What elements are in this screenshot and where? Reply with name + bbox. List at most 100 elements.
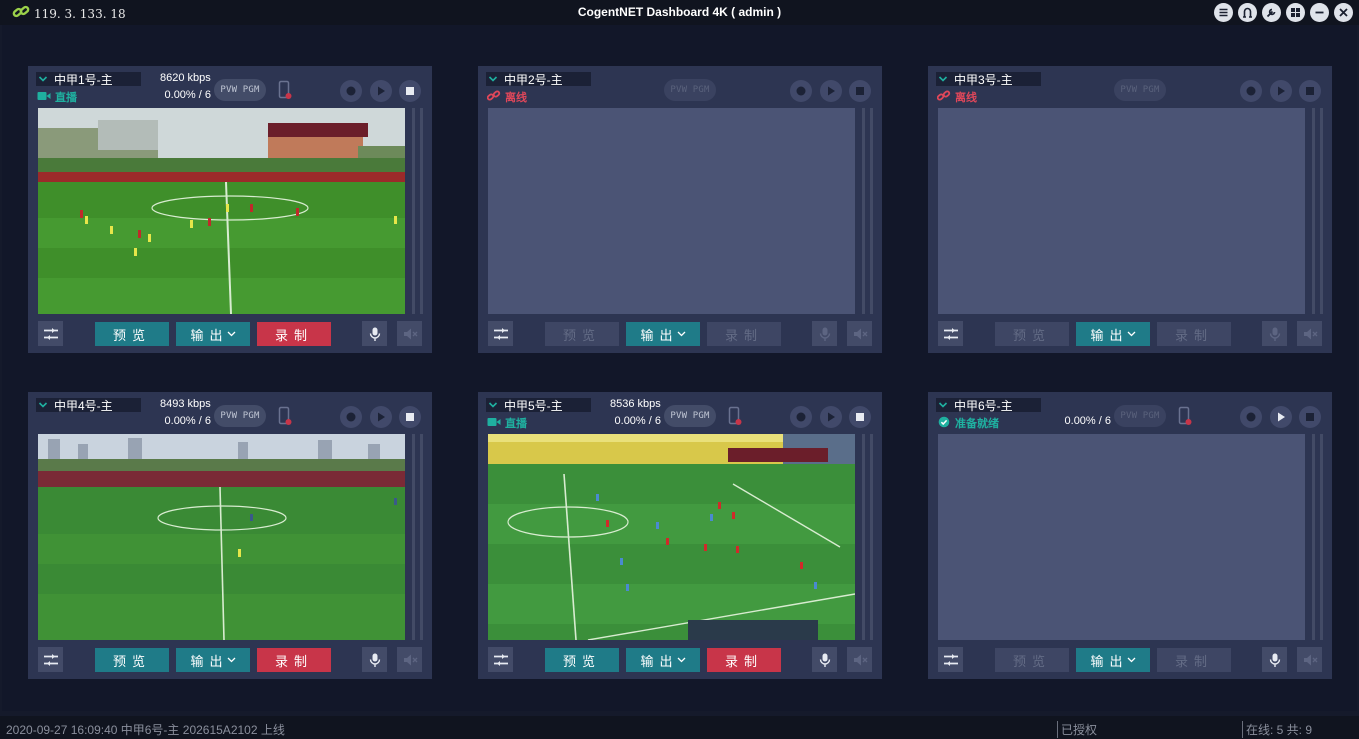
microphone-icon: [369, 653, 380, 667]
stop-icon: [406, 87, 414, 95]
record-button[interactable]: 录制: [257, 322, 331, 346]
video-preview[interactable]: [488, 108, 855, 314]
mic-button[interactable]: [1262, 321, 1287, 346]
video-preview[interactable]: [38, 108, 405, 314]
video-preview[interactable]: [488, 434, 855, 640]
record-dot-icon: [796, 86, 806, 96]
channel-panel: 中甲4号-主 8493 kbps 0.00% / 6 PVW PGM 预览 输出…: [28, 392, 432, 679]
audio-meter-left: [862, 108, 865, 314]
mute-button[interactable]: [1297, 647, 1322, 672]
preview-label: 预览: [1012, 653, 1051, 669]
output-button[interactable]: 输出: [626, 322, 700, 346]
mic-button[interactable]: [1262, 647, 1287, 672]
mute-button[interactable]: [847, 321, 872, 346]
output-button[interactable]: 输出: [1076, 322, 1150, 346]
channel-selector[interactable]: 中甲6号-主: [936, 398, 1041, 413]
output-button[interactable]: 输出: [176, 648, 250, 672]
video-preview[interactable]: [38, 434, 405, 640]
record-button[interactable]: 录制: [1157, 322, 1231, 346]
mic-button[interactable]: [812, 321, 837, 346]
channel-selector[interactable]: 中甲3号-主: [936, 72, 1041, 87]
stop-button[interactable]: [1299, 80, 1321, 102]
mic-button[interactable]: [362, 647, 387, 672]
status-label: 离线: [505, 92, 527, 104]
record-dot-button[interactable]: [790, 80, 812, 102]
preview-button[interactable]: 预览: [995, 322, 1069, 346]
play-icon: [828, 86, 835, 96]
channel-selector[interactable]: 中甲5号-主: [486, 398, 591, 413]
broken-link-icon: [486, 89, 501, 105]
channel-selector[interactable]: 中甲1号-主: [36, 72, 141, 87]
video-preview[interactable]: [938, 108, 1305, 314]
preview-button[interactable]: 预览: [95, 322, 169, 346]
settings-button[interactable]: [38, 647, 63, 672]
record-button[interactable]: 录制: [707, 322, 781, 346]
play-button[interactable]: [1270, 80, 1292, 102]
record-button[interactable]: 录制: [707, 648, 781, 672]
panel-toolbar: 预览 输出 录制: [28, 647, 432, 673]
preview-button[interactable]: 预览: [95, 648, 169, 672]
sliders-icon: [43, 327, 58, 340]
play-button[interactable]: [820, 80, 842, 102]
panel-toolbar: 预览 输出 录制: [28, 321, 432, 347]
record-dot-icon: [346, 412, 356, 422]
mute-button[interactable]: [1297, 321, 1322, 346]
pvw-pgm-toggle[interactable]: PVW PGM: [214, 79, 266, 101]
status-label: 离线: [955, 92, 977, 104]
mute-button[interactable]: [847, 647, 872, 672]
record-dot-button[interactable]: [790, 406, 812, 428]
mute-button[interactable]: [397, 321, 422, 346]
stop-button[interactable]: [399, 80, 421, 102]
preview-button[interactable]: 预览: [995, 648, 1069, 672]
panel-toolbar: 预览 输出 录制: [478, 647, 882, 673]
play-button[interactable]: [1270, 406, 1292, 428]
record-dot-button[interactable]: [340, 80, 362, 102]
minimize-icon[interactable]: [1310, 3, 1329, 22]
channel-selector[interactable]: 中甲4号-主: [36, 398, 141, 413]
stop-button[interactable]: [399, 406, 421, 428]
stop-button[interactable]: [849, 406, 871, 428]
grid-icon[interactable]: [1286, 3, 1305, 22]
record-button[interactable]: 录制: [257, 648, 331, 672]
play-button[interactable]: [370, 80, 392, 102]
output-button[interactable]: 输出: [1076, 648, 1150, 672]
stop-icon: [856, 87, 864, 95]
mic-button[interactable]: [812, 647, 837, 672]
close-icon[interactable]: [1334, 3, 1353, 22]
channel-selector[interactable]: 中甲2号-主: [486, 72, 591, 87]
settings-button[interactable]: [488, 321, 513, 346]
record-dot-button[interactable]: [1240, 406, 1262, 428]
settings-button[interactable]: [938, 647, 963, 672]
pvw-pgm-toggle[interactable]: PVW PGM: [664, 79, 716, 101]
record-dot-button[interactable]: [1240, 80, 1262, 102]
preview-button[interactable]: 预览: [545, 322, 619, 346]
speaker-muted-icon: [1303, 654, 1317, 665]
stop-button[interactable]: [1299, 406, 1321, 428]
output-button[interactable]: 输出: [626, 648, 700, 672]
stop-button[interactable]: [849, 80, 871, 102]
stop-icon: [1306, 87, 1314, 95]
play-button[interactable]: [370, 406, 392, 428]
play-icon: [1278, 86, 1285, 96]
pvw-pgm-toggle[interactable]: PVW PGM: [1114, 405, 1166, 427]
settings-button[interactable]: [38, 321, 63, 346]
status-label: 准备就绪: [955, 418, 999, 430]
settings-button[interactable]: [488, 647, 513, 672]
pvw-pgm-toggle[interactable]: PVW PGM: [664, 405, 716, 427]
play-button[interactable]: [820, 406, 842, 428]
output-button[interactable]: 输出: [176, 322, 250, 346]
pvw-pgm-toggle[interactable]: PVW PGM: [1114, 79, 1166, 101]
menu-icon[interactable]: [1214, 3, 1233, 22]
mute-button[interactable]: [397, 647, 422, 672]
user-icon[interactable]: [1238, 3, 1257, 22]
status-bar: 2020-09-27 16:09:40 中甲6号-主 202615A2102 上…: [0, 716, 1359, 739]
pvw-pgm-toggle[interactable]: PVW PGM: [214, 405, 266, 427]
video-preview[interactable]: [938, 434, 1305, 640]
preview-button[interactable]: 预览: [545, 648, 619, 672]
record-button[interactable]: 录制: [1157, 648, 1231, 672]
chevron-down-icon: [38, 76, 48, 82]
record-dot-button[interactable]: [340, 406, 362, 428]
wrench-icon[interactable]: [1262, 3, 1281, 22]
settings-button[interactable]: [938, 321, 963, 346]
mic-button[interactable]: [362, 321, 387, 346]
